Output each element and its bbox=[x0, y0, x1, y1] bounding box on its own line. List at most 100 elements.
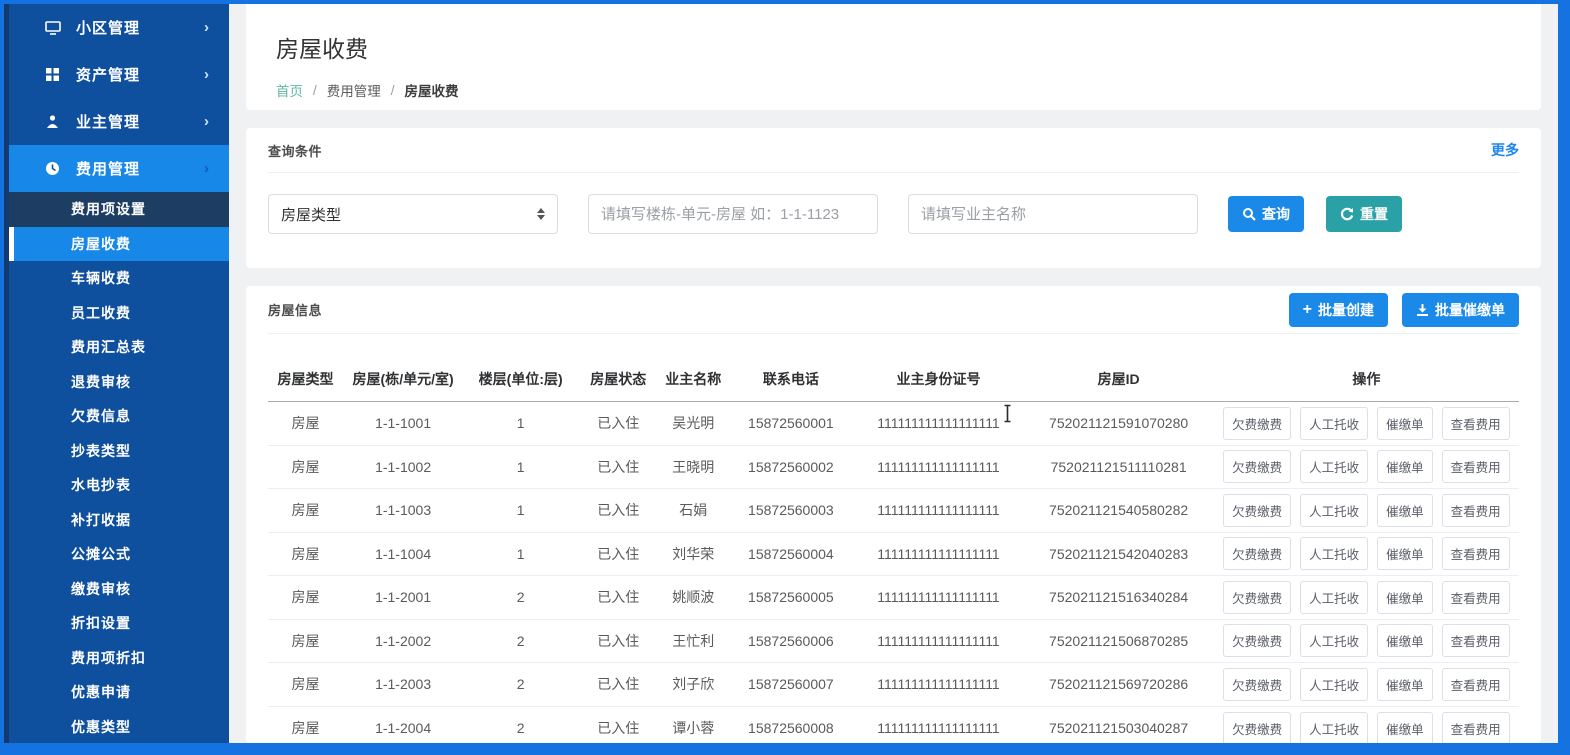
table-cell: 752021121511110281 bbox=[1024, 445, 1214, 489]
table-cell: 111111111111111111 bbox=[853, 445, 1023, 489]
arrears-pay-button[interactable]: 欠费缴费 bbox=[1223, 494, 1291, 527]
breadcrumb-fee-management[interactable]: 费用管理 bbox=[327, 80, 381, 100]
sidebar-subitem-13[interactable]: 折扣设置 bbox=[9, 606, 229, 641]
reset-button[interactable]: 重置 bbox=[1326, 196, 1402, 232]
download-icon bbox=[1416, 303, 1429, 316]
chevron-right-icon: › bbox=[204, 113, 209, 130]
grid-icon bbox=[45, 67, 61, 83]
column-header: 房屋(栋/单元/室) bbox=[343, 359, 463, 402]
house-number-input[interactable] bbox=[588, 194, 878, 234]
view-fees-button[interactable]: 查看费用 bbox=[1442, 624, 1510, 657]
sidebar-subitem-label: 费用汇总表 bbox=[71, 337, 146, 357]
sidebar-subitem-label: 员工收费 bbox=[71, 303, 131, 323]
more-link[interactable]: 更多 bbox=[1491, 140, 1519, 160]
manual-collect-button[interactable]: 人工托收 bbox=[1300, 537, 1368, 570]
sidebar-subitem-6[interactable]: 退费审核 bbox=[9, 365, 229, 400]
table-cell: 752021121542040283 bbox=[1024, 532, 1214, 576]
sidebar-subitem-12[interactable]: 缴费审核 bbox=[9, 572, 229, 607]
sidebar-subitem-2[interactable]: 房屋收费 bbox=[9, 227, 229, 262]
table-cell: 752021121569720286 bbox=[1024, 663, 1214, 707]
sidebar-item-label: 业主管理 bbox=[76, 111, 140, 132]
sidebar-item-label: 小区管理 bbox=[76, 17, 140, 38]
arrears-pay-button[interactable]: 欠费缴费 bbox=[1223, 668, 1291, 701]
sidebar-item-1[interactable]: 小区管理› bbox=[9, 4, 229, 51]
sidebar-subitem-label: 补打收据 bbox=[71, 510, 131, 530]
search-button[interactable]: 查询 bbox=[1228, 196, 1304, 232]
column-header: 操作 bbox=[1214, 359, 1519, 402]
sidebar-subitem-8[interactable]: 抄表类型 bbox=[9, 434, 229, 469]
manual-collect-button[interactable]: 人工托收 bbox=[1300, 407, 1368, 440]
sidebar: 小区管理›资产管理›业主管理›费用管理›费用项设置房屋收费车辆收费员工收费费用汇… bbox=[9, 4, 229, 743]
table-cell: 1-1-2002 bbox=[343, 619, 463, 663]
table-cell: 15872560003 bbox=[728, 489, 853, 533]
view-fees-button[interactable]: 查看费用 bbox=[1442, 450, 1510, 483]
sidebar-subitem-14[interactable]: 费用项折扣 bbox=[9, 641, 229, 676]
sidebar-item-3[interactable]: 业主管理 › bbox=[9, 98, 229, 145]
column-header: 楼层(单位:层) bbox=[463, 359, 578, 402]
reminder-button[interactable]: 催缴单 bbox=[1377, 712, 1433, 744]
actions-cell: 欠费缴费人工托收催缴单查看费用 bbox=[1214, 532, 1519, 576]
reminder-button[interactable]: 催缴单 bbox=[1377, 668, 1433, 701]
chevron-right-icon: › bbox=[204, 66, 209, 83]
table-cell: 15872560008 bbox=[728, 706, 853, 743]
sidebar-item-label: 费用管理 bbox=[76, 158, 140, 179]
arrears-pay-button[interactable]: 欠费缴费 bbox=[1223, 450, 1291, 483]
sidebar-subitem-4[interactable]: 员工收费 bbox=[9, 296, 229, 331]
arrears-pay-button[interactable]: 欠费缴费 bbox=[1223, 407, 1291, 440]
house-info-panel: 房屋信息 + 批量创建 批量催缴单 bbox=[246, 286, 1541, 743]
arrears-pay-button[interactable]: 欠费缴费 bbox=[1223, 581, 1291, 614]
table-cell: 房屋 bbox=[268, 532, 343, 576]
table-cell: 石娟 bbox=[658, 489, 728, 533]
search-icon bbox=[1242, 207, 1256, 221]
batch-create-button[interactable]: + 批量创建 bbox=[1289, 293, 1388, 327]
view-fees-button[interactable]: 查看费用 bbox=[1442, 581, 1510, 614]
sidebar-subitem-label: 公摊公式 bbox=[71, 544, 131, 564]
reminder-button[interactable]: 催缴单 bbox=[1377, 624, 1433, 657]
manual-collect-button[interactable]: 人工托收 bbox=[1300, 712, 1368, 744]
table-row: 房屋1-1-20012已入住姚顺波15872560005111111111111… bbox=[268, 576, 1519, 620]
view-fees-button[interactable]: 查看费用 bbox=[1442, 407, 1510, 440]
table-cell: 15872560004 bbox=[728, 532, 853, 576]
sidebar-item-2[interactable]: 资产管理› bbox=[9, 51, 229, 98]
batch-create-label: 批量创建 bbox=[1318, 300, 1374, 320]
table-cell: 房屋 bbox=[268, 489, 343, 533]
table-cell: 刘华荣 bbox=[658, 532, 728, 576]
house-type-select[interactable]: 房屋类型 bbox=[268, 194, 558, 234]
manual-collect-button[interactable]: 人工托收 bbox=[1300, 494, 1368, 527]
sidebar-item-4[interactable]: 费用管理› bbox=[9, 145, 229, 192]
view-fees-button[interactable]: 查看费用 bbox=[1442, 494, 1510, 527]
breadcrumb-home[interactable]: 首页 bbox=[276, 80, 303, 100]
sidebar-subitem-7[interactable]: 欠费信息 bbox=[9, 399, 229, 434]
arrears-pay-button[interactable]: 欠费缴费 bbox=[1223, 537, 1291, 570]
table-cell: 1-1-2001 bbox=[343, 576, 463, 620]
sidebar-subitem-5[interactable]: 费用汇总表 bbox=[9, 330, 229, 365]
arrears-pay-button[interactable]: 欠费缴费 bbox=[1223, 712, 1291, 744]
sidebar-subitem-11[interactable]: 公摊公式 bbox=[9, 537, 229, 572]
reminder-button[interactable]: 催缴单 bbox=[1377, 537, 1433, 570]
reminder-button[interactable]: 催缴单 bbox=[1377, 450, 1433, 483]
manual-collect-button[interactable]: 人工托收 bbox=[1300, 624, 1368, 657]
sidebar-subitem-3[interactable]: 车辆收费 bbox=[9, 261, 229, 296]
sidebar-subitem-16[interactable]: 优惠类型 bbox=[9, 710, 229, 744]
owner-name-input[interactable] bbox=[908, 194, 1198, 234]
sidebar-subitem-1[interactable]: 费用项设置 bbox=[9, 192, 229, 227]
reminder-button[interactable]: 催缴单 bbox=[1377, 494, 1433, 527]
table-row: 房屋1-1-10041已入住刘华荣15872560004111111111111… bbox=[268, 532, 1519, 576]
view-fees-button[interactable]: 查看费用 bbox=[1442, 668, 1510, 701]
view-fees-button[interactable]: 查看费用 bbox=[1442, 537, 1510, 570]
sidebar-subitem-15[interactable]: 优惠申请 bbox=[9, 675, 229, 710]
table-cell: 1-1-2004 bbox=[343, 706, 463, 743]
manual-collect-button[interactable]: 人工托收 bbox=[1300, 450, 1368, 483]
reminder-button[interactable]: 催缴单 bbox=[1377, 581, 1433, 614]
manual-collect-button[interactable]: 人工托收 bbox=[1300, 581, 1368, 614]
table-cell: 房屋 bbox=[268, 706, 343, 743]
view-fees-button[interactable]: 查看费用 bbox=[1442, 712, 1510, 744]
batch-reminder-button[interactable]: 批量催缴单 bbox=[1402, 293, 1519, 327]
arrears-pay-button[interactable]: 欠费缴费 bbox=[1223, 624, 1291, 657]
reminder-button[interactable]: 催缴单 bbox=[1377, 407, 1433, 440]
table-cell: 姚顺波 bbox=[658, 576, 728, 620]
sidebar-subitem-10[interactable]: 补打收据 bbox=[9, 503, 229, 538]
table-cell: 已入住 bbox=[578, 576, 658, 620]
manual-collect-button[interactable]: 人工托收 bbox=[1300, 668, 1368, 701]
sidebar-subitem-9[interactable]: 水电抄表 bbox=[9, 468, 229, 503]
